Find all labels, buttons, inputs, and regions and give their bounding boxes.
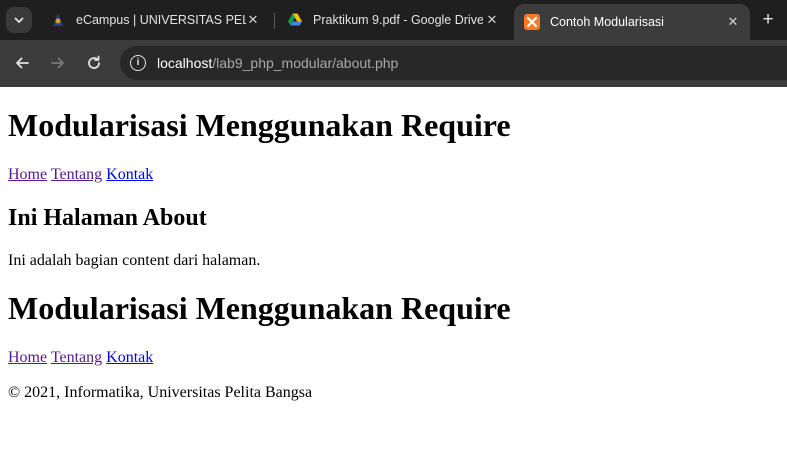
header-title: Modularisasi Menggunakan Require [8,107,511,143]
ecampus-icon [50,12,66,28]
copyright-text: © 2021, Informatika, Universitas Pelita … [8,384,313,401]
back-button[interactable] [11,52,33,74]
reload-button[interactable] [83,52,105,74]
arrow-left-icon [16,57,29,69]
footer-nav: Home Tentang Kontak [8,349,153,367]
close-icon[interactable]: ✕ [485,13,499,27]
tab-title: Contoh Modularisasi [550,15,664,29]
arrow-right-icon [51,57,64,69]
tab-search-button[interactable] [6,7,32,33]
header-nav: Home Tentang Kontak [8,166,153,184]
close-icon[interactable]: ✕ [726,15,740,29]
close-icon[interactable]: ✕ [246,13,260,27]
content-heading: Ini Halaman About [8,205,207,231]
tab-google-drive[interactable]: Praktikum 9.pdf - Google Drive ✕ [277,6,509,34]
tab-title: Praktikum 9.pdf - Google Drive [313,13,483,27]
tab-title: eCampus | UNIVERSITAS PELITA BANGSA [76,13,246,27]
site-info-icon[interactable]: i [130,55,146,71]
nav-link-about[interactable]: Tentang [51,166,102,183]
footer-nav-link-home[interactable]: Home [8,349,47,366]
footer-nav-link-contact[interactable]: Kontak [106,349,153,366]
url-host: localhost [157,55,213,71]
nav-link-contact[interactable]: Kontak [106,166,153,183]
tab-strip: eCampus | UNIVERSITAS PELITA BANGSA ✕ Pr… [0,0,787,40]
forward-button[interactable] [47,52,69,74]
footer-nav-link-about[interactable]: Tentang [51,349,102,366]
browser-chrome: eCampus | UNIVERSITAS PELITA BANGSA ✕ Pr… [0,0,787,87]
tab-contoh-modularisasi[interactable]: Contoh Modularisasi ✕ [514,4,750,40]
footer-title: Modularisasi Menggunakan Require [8,290,511,326]
chevron-down-icon [14,17,24,24]
xampp-icon [524,14,540,30]
google-drive-icon [287,12,303,28]
browser-toolbar: i localhost/lab9_php_modular/about.php [0,40,787,87]
address-bar[interactable]: i localhost/lab9_php_modular/about.php [120,46,787,80]
url-path: /lab9_php_modular/about.php [212,55,399,71]
nav-link-home[interactable]: Home [8,166,47,183]
tab-ecampus[interactable]: eCampus | UNIVERSITAS PELITA BANGSA ✕ [40,6,270,34]
url-text[interactable]: localhost/lab9_php_modular/about.php [157,55,398,71]
content-text: Ini adalah bagian content dari halaman. [8,252,261,269]
page-content: Modularisasi Menggunakan Require Home Te… [0,87,787,459]
tab-separator [274,13,275,29]
reload-icon [88,55,100,69]
new-tab-button[interactable]: + [758,10,778,30]
